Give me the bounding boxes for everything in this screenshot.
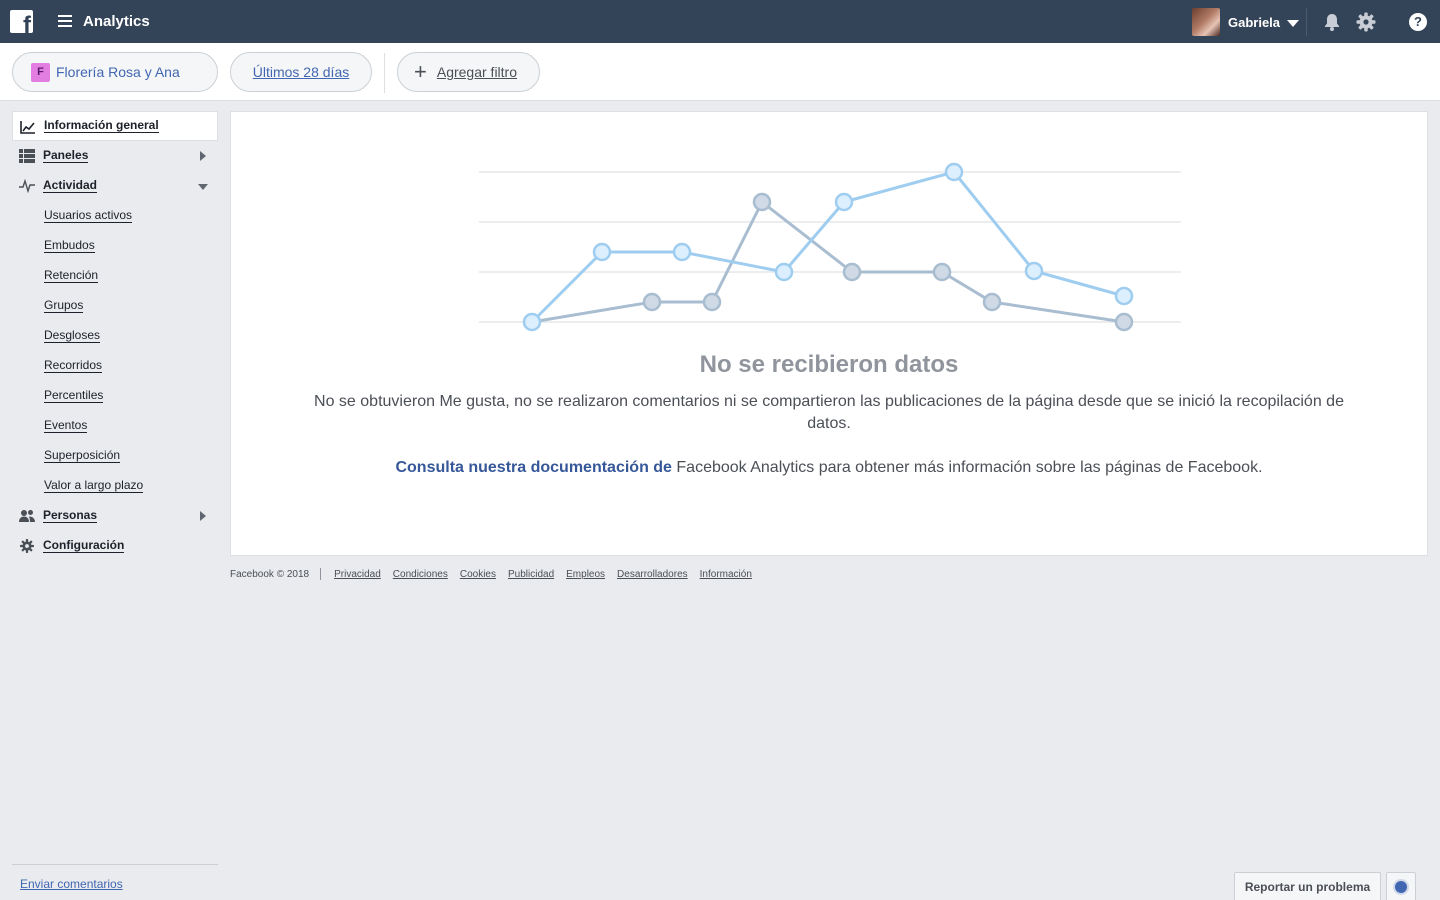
sidebar-item-journeys[interactable]: Recorridos [12, 351, 218, 381]
chevron-right-icon [200, 511, 206, 521]
sidebar-item-label: Recorridos [44, 358, 103, 373]
plus-icon: + [414, 59, 427, 84]
footer-link-careers[interactable]: Empleos [566, 569, 605, 580]
chevron-down-icon [198, 184, 208, 190]
sidebar-item-label: Actividad [43, 178, 98, 193]
bell-icon[interactable] [1322, 12, 1342, 32]
footer-link-privacy[interactable]: Privacidad [334, 569, 381, 580]
user-menu[interactable]: Gabriela [1192, 8, 1300, 36]
footer-divider [320, 568, 322, 580]
sidebar-item-activity[interactable]: Actividad [12, 171, 218, 201]
sidebar-item-label: Paneles [43, 148, 89, 163]
gear-icon[interactable] [1356, 12, 1376, 32]
sidebar-item-cohorts[interactable]: Grupos [12, 291, 218, 321]
avatar[interactable] [1192, 8, 1220, 36]
sidebar-item-active-users[interactable]: Usuarios activos [12, 201, 218, 231]
empty-state-description: No se obtuvieron Me gusta, no se realiza… [314, 393, 1344, 432]
copyright: Facebook © 2018 [230, 568, 310, 580]
sidebar-item-label: Grupos [44, 298, 84, 313]
app-title[interactable]: Analytics [83, 13, 150, 30]
filter-divider [384, 53, 385, 93]
help-icon[interactable]: ? [1409, 13, 1427, 31]
sidebar-item-panels[interactable]: Paneles [12, 141, 218, 171]
empty-state-title: No se recibieron datos [699, 351, 959, 378]
documentation-line: Consulta nuestra documentación de Facebo… [231, 459, 1427, 477]
sidebar-item-label: Personas [43, 508, 98, 523]
sidebar-item-label: Superposición [44, 448, 121, 463]
sidebar-item-label: Retención [44, 268, 99, 283]
sidebar: Información general Paneles Actividad Us… [12, 111, 218, 561]
top-bar: f Analytics Gabriela ? [0, 0, 1440, 43]
sidebar-item-label: Eventos [44, 418, 88, 433]
sidebar-item-label: Usuarios activos [44, 208, 133, 223]
date-range-label: Últimos 28 días [252, 64, 350, 80]
pulse-icon [19, 179, 35, 193]
feedback-link[interactable]: Enviar comentarios [20, 877, 123, 891]
menu-icon[interactable] [58, 15, 72, 27]
sidebar-item-people[interactable]: Personas [12, 501, 218, 531]
placeholder-chart-illustration [479, 162, 1181, 332]
gear-icon [20, 539, 34, 553]
people-icon [19, 510, 35, 522]
sidebar-item-label: Percentiles [44, 388, 104, 403]
sidebar-item-overview[interactable]: Información general [12, 111, 218, 141]
date-range-button[interactable]: Últimos 28 días [230, 52, 372, 92]
user-name[interactable]: Gabriela [1228, 15, 1280, 30]
documentation-text: Facebook Analytics para obtener más info… [671, 459, 1263, 476]
footer-link-about[interactable]: Información [700, 569, 752, 580]
sidebar-item-lifetime-value[interactable]: Valor a largo plazo [12, 471, 218, 501]
sidebar-item-retention[interactable]: Retención [12, 261, 218, 291]
page-name: Florería Rosa y Ana [56, 64, 180, 80]
sidebar-item-percentiles[interactable]: Percentiles [12, 381, 218, 411]
topbar-divider [1306, 8, 1307, 36]
footer-link-advertising[interactable]: Publicidad [508, 569, 554, 580]
sidebar-item-breakdowns[interactable]: Desgloses [12, 321, 218, 351]
page-badge: F [31, 62, 50, 82]
sidebar-item-funnels[interactable]: Embudos [12, 231, 218, 261]
sidebar-item-label: Valor a largo plazo [44, 478, 144, 493]
sidebar-item-label: Desgloses [44, 328, 101, 343]
add-filter-label: Agregar filtro [436, 64, 518, 80]
footer: Facebook © 2018 Privacidad Condiciones C… [230, 568, 764, 580]
grid-icon [19, 149, 35, 163]
sidebar-divider [12, 864, 218, 865]
empty-state-card: No se recibieron datos No se obtuvieron … [230, 111, 1428, 556]
sidebar-item-settings[interactable]: Configuración [12, 531, 218, 561]
documentation-link[interactable]: Consulta nuestra documentación de [395, 459, 671, 476]
page-selector[interactable]: F Florería Rosa y Ana [12, 52, 218, 92]
footer-link-developers[interactable]: Desarrolladores [617, 569, 688, 580]
footer-link-terms[interactable]: Condiciones [393, 569, 448, 580]
filter-bar: F Florería Rosa y Ana Últimos 28 días + … [0, 43, 1440, 101]
footer-link-cookies[interactable]: Cookies [460, 569, 496, 580]
sidebar-item-label: Embudos [44, 238, 95, 253]
facebook-logo-icon[interactable]: f [10, 10, 33, 33]
chevron-right-icon [200, 151, 206, 161]
chevron-down-icon[interactable] [1287, 19, 1300, 27]
globe-icon[interactable] [1386, 872, 1416, 900]
add-filter-button[interactable]: + Agregar filtro [397, 52, 540, 92]
sidebar-item-overlap[interactable]: Superposición [12, 441, 218, 471]
sidebar-item-events[interactable]: Eventos [12, 411, 218, 441]
report-problem-button[interactable]: Reportar un problema [1234, 872, 1381, 900]
sidebar-item-label: Información general [44, 118, 159, 133]
sidebar-item-label: Configuración [43, 538, 125, 553]
chart-icon [20, 121, 35, 134]
